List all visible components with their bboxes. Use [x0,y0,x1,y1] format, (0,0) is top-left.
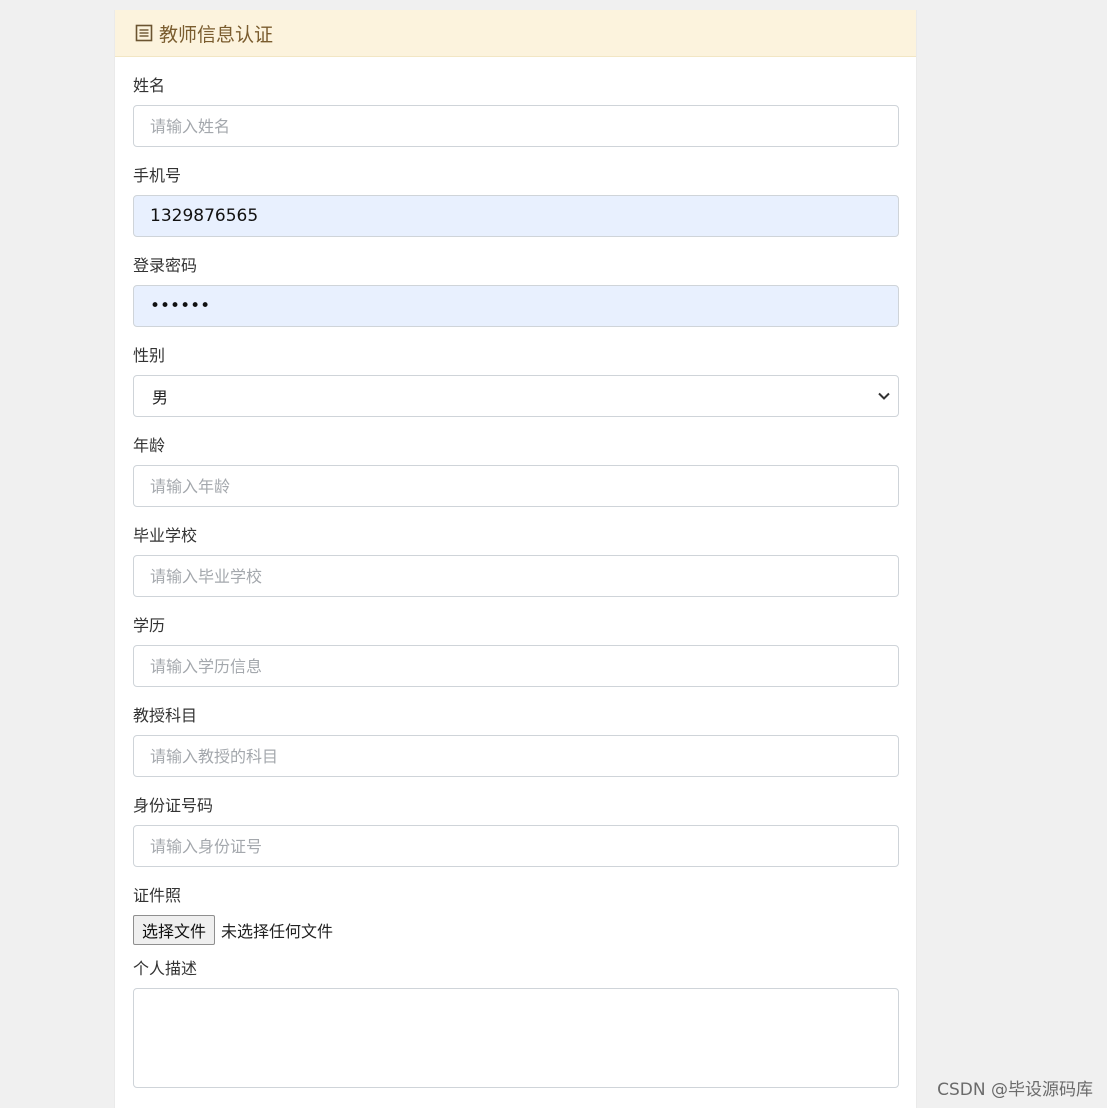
gender-label: 性别 [133,346,166,365]
panel-header: 教师信息认证 [115,10,916,57]
description-label: 个人描述 [133,959,198,978]
password-field: 登录密码 [133,237,899,327]
page: 教师信息认证 姓名 手机号 登录密码 性别 男 [0,0,1107,1108]
photo-label: 证件照 [133,886,182,905]
description-textarea[interactable] [133,988,899,1088]
description-field: 个人描述 [133,945,899,1088]
age-label: 年龄 [133,436,166,455]
idnumber-input[interactable] [133,825,899,867]
education-field: 学历 [133,597,899,687]
file-picker: 选择文件 未选择任何文件 [133,915,898,945]
name-label: 姓名 [133,76,166,95]
phone-field: 手机号 [133,147,899,237]
education-input[interactable] [133,645,899,687]
chevron-down-icon [878,392,890,400]
phone-label: 手机号 [133,166,182,185]
password-input[interactable] [133,285,899,327]
file-status: 未选择任何文件 [221,922,334,941]
photo-field: 证件照 选择文件 未选择任何文件 [133,867,898,945]
name-input[interactable] [133,105,899,147]
age-field: 年龄 [133,417,899,507]
idnumber-label: 身份证号码 [133,796,214,815]
subject-input[interactable] [133,735,899,777]
phone-input[interactable] [133,195,899,237]
name-field: 姓名 [133,57,899,147]
teacher-form: 姓名 手机号 登录密码 性别 男 年 [115,57,916,1088]
idnumber-field: 身份证号码 [133,777,899,867]
education-label: 学历 [133,616,166,635]
gender-field: 性别 男 [133,327,899,417]
school-label: 毕业学校 [133,526,198,545]
watermark: CSDN @毕设源码库 [937,1080,1093,1100]
subject-label: 教授科目 [133,706,198,725]
teacher-auth-panel: 教师信息认证 姓名 手机号 登录密码 性别 男 [114,10,917,1108]
list-icon [135,24,153,42]
subject-field: 教授科目 [133,687,899,777]
gender-select[interactable]: 男 [133,375,899,417]
age-input[interactable] [133,465,899,507]
school-field: 毕业学校 [133,507,899,597]
gender-select-value[interactable]: 男 [133,375,899,417]
school-input[interactable] [133,555,899,597]
choose-file-button[interactable]: 选择文件 [133,915,216,945]
panel-title: 教师信息认证 [159,23,274,46]
password-label: 登录密码 [133,256,198,275]
